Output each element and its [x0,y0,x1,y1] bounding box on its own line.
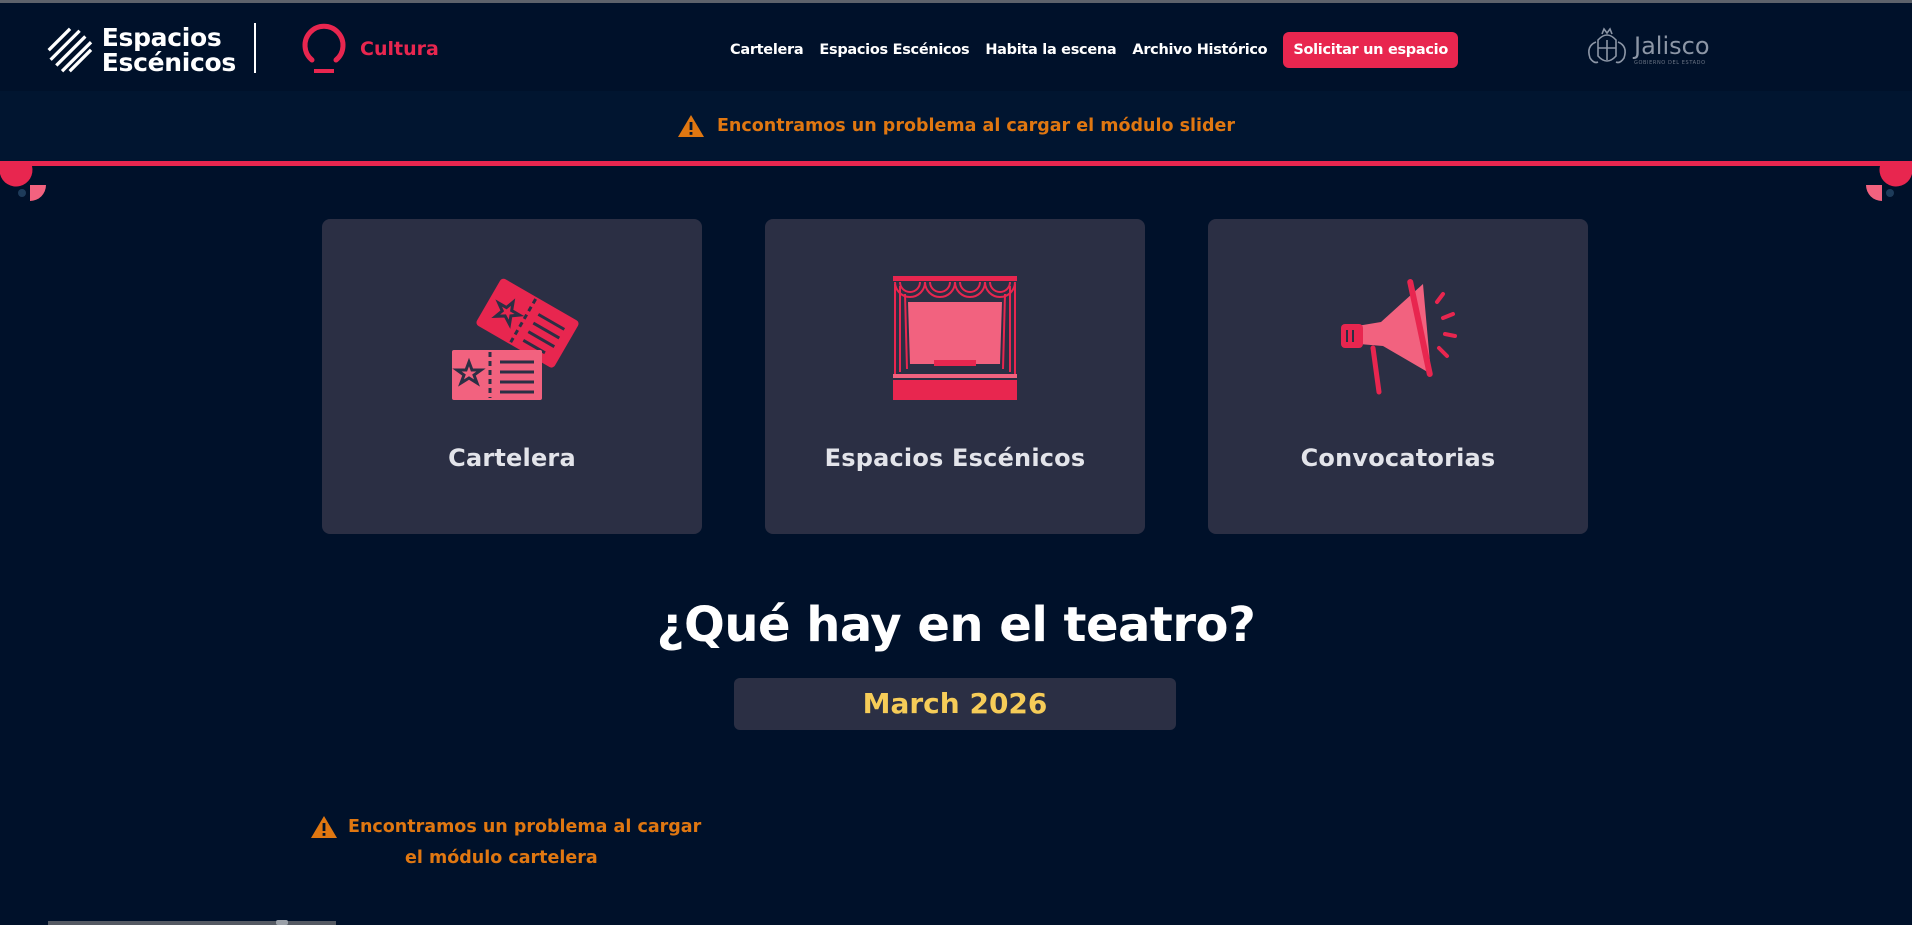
tickets-icon [452,278,579,400]
scrollbar-thumb[interactable] [276,920,288,925]
accent-divider-line [0,161,1912,166]
card-espacios-escenicos[interactable]: Espacios Escénicos [765,219,1145,534]
cultura-wordmark: Cultura [360,38,439,60]
cartelera-error-message: Encontramos un problema al cargar el mód… [310,815,710,868]
megaphone-icon [1341,279,1457,395]
cultura-logo[interactable]: Cultura [298,21,439,77]
nav-cartelera[interactable]: Cartelera [730,42,804,58]
warning-icon [677,114,705,138]
card-cartelera[interactable]: Cartelera [322,219,702,534]
card-icon-wrapper [322,274,702,404]
site-header: Espacios Escénicos Cultura Cartelera Esp… [0,3,1912,91]
jalisco-government-logo[interactable]: Jalisco GOBIERNO DEL ESTADO [1584,25,1710,75]
section-title: ¿Qué hay en el teatro? [656,597,1256,653]
espacios-escenicos-logo[interactable]: Espacios Escénicos [46,21,236,79]
jalisco-wordmark: Jalisco GOBIERNO DEL ESTADO [1634,34,1710,66]
logo-line-1: Espacios [101,23,222,52]
quick-access-cards: Cartelera Espacios Escénicos Convocatori… [322,219,1588,534]
warning-icon [310,815,338,839]
month-selector[interactable]: March 2026 [734,678,1176,730]
right-curtain-decoration-icon [1866,166,1912,201]
cultura-ring-icon [302,23,346,73]
logo-line-2: Escénicos [101,48,237,77]
solicitar-espacio-button[interactable]: Solicitar un espacio [1283,32,1459,68]
slider-error-banner: Encontramos un problema al cargar el mód… [0,91,1912,161]
card-label: Convocatorias [1300,444,1496,472]
jalisco-subtitle: GOBIERNO DEL ESTADO [1634,60,1706,66]
nav-archivo-historico[interactable]: Archivo Histórico [1132,42,1267,58]
card-icon-wrapper [765,274,1145,404]
espacios-escenicos-wordmark: Espacios Escénicos [101,23,237,77]
nav-habita-la-escena[interactable]: Habita la escena [985,42,1116,58]
cartelera-error-row: Encontramos un problema al cargar [310,815,710,839]
jalisco-name: Jalisco [1634,32,1710,60]
card-icon-wrapper [1208,274,1588,404]
card-convocatorias[interactable]: Convocatorias [1208,219,1588,534]
espacios-escenicos-mark-icon [47,27,93,73]
jalisco-coat-of-arms-icon [1588,27,1626,64]
header-divider [254,23,256,73]
stage-icon [893,276,1017,400]
horizontal-scrollbar[interactable] [48,921,336,925]
main-nav: Cartelera Espacios Escénicos Habita la e… [730,31,1459,69]
slider-error-message: Encontramos un problema al cargar el mód… [716,116,1236,136]
nav-espacios-escenicos[interactable]: Espacios Escénicos [819,42,969,58]
card-label: Espacios Escénicos [824,444,1086,472]
card-label: Cartelera [448,444,576,472]
cartelera-error-line-1: Encontramos un problema al cargar [348,817,702,837]
left-curtain-decoration-icon [0,166,46,201]
cartelera-error-line-2: el módulo cartelera [405,848,598,868]
